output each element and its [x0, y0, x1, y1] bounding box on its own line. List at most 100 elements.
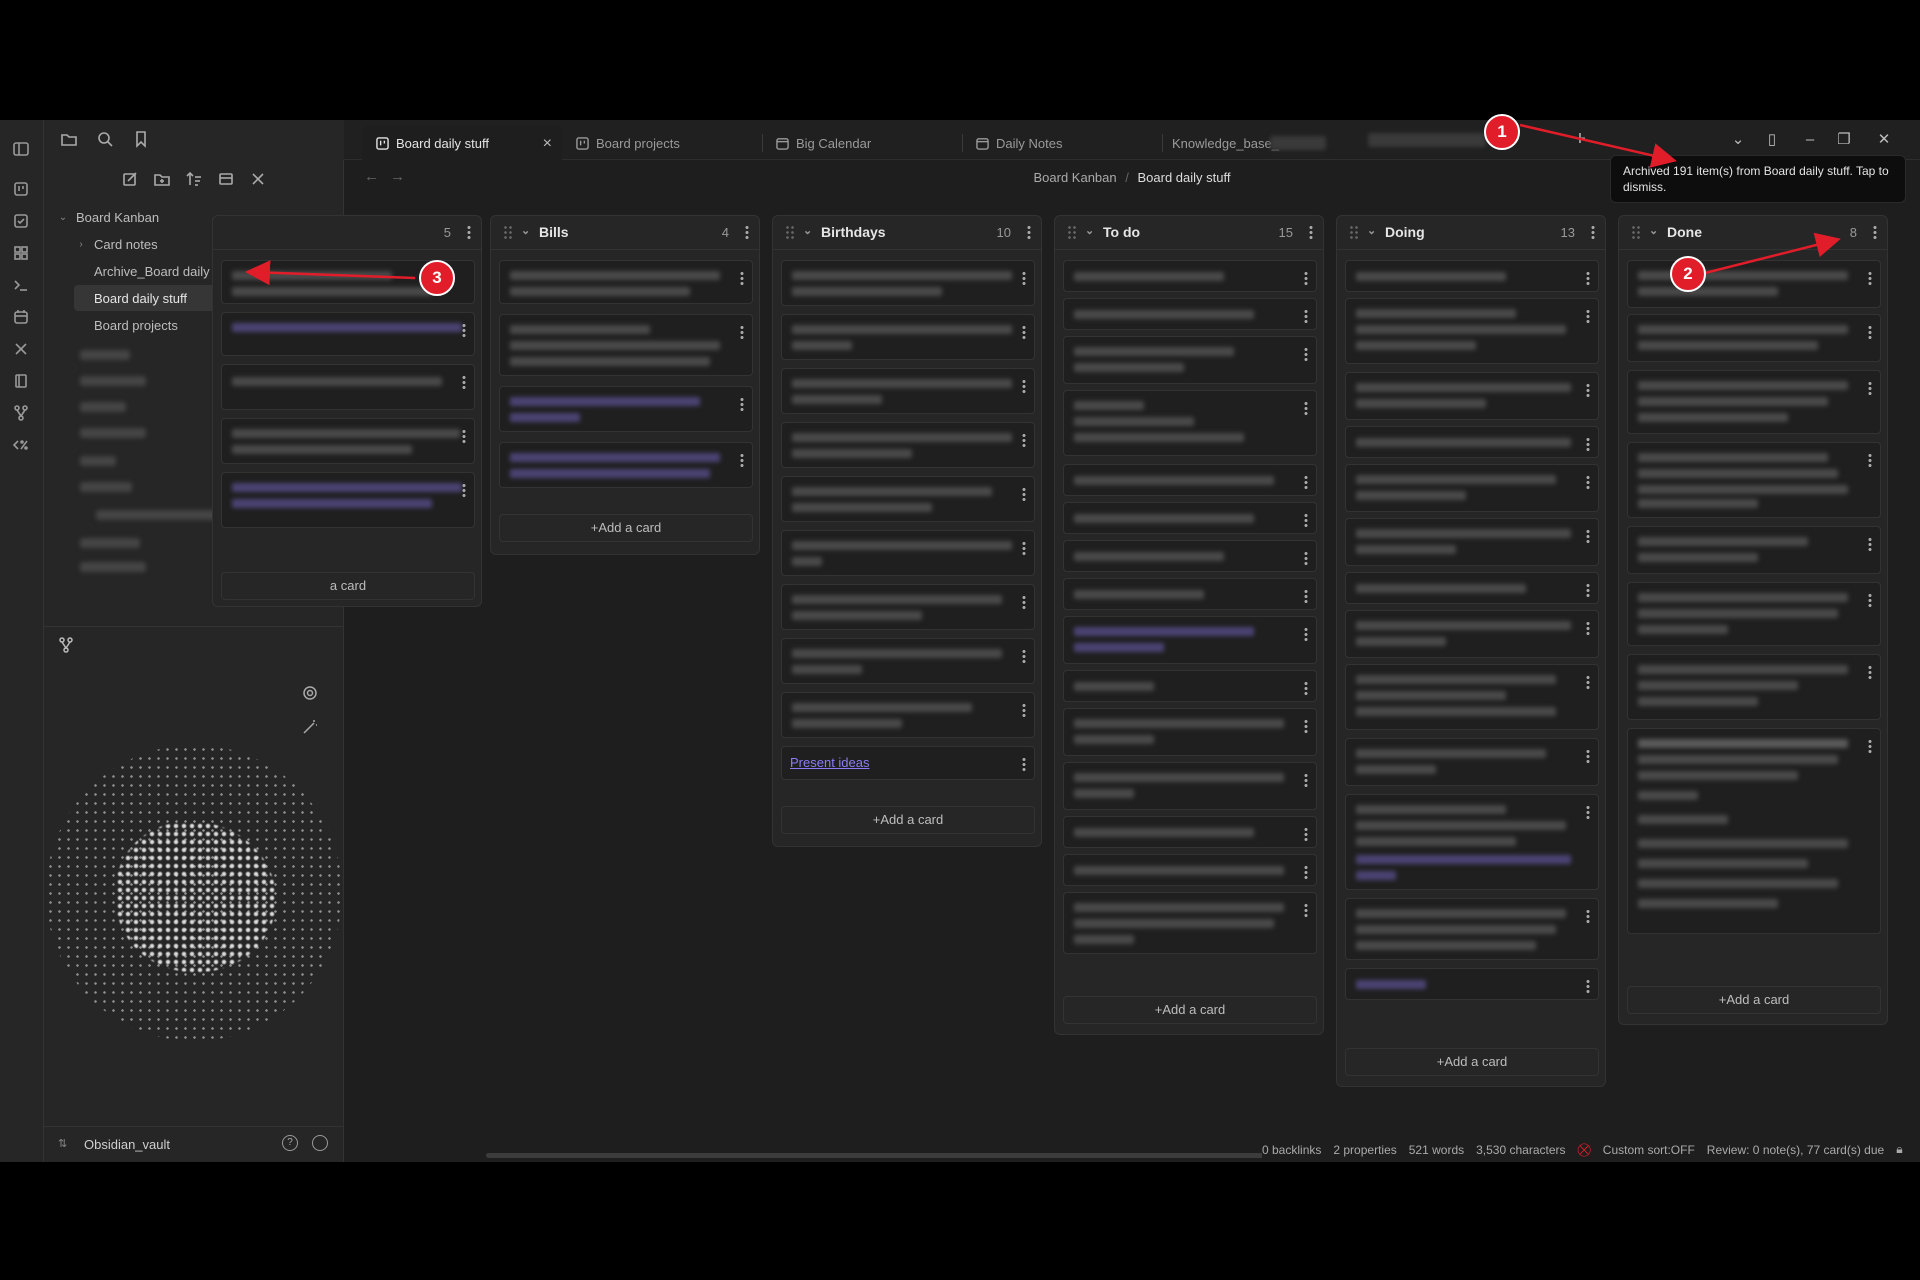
card-menu-icon[interactable] [1586, 675, 1590, 689]
present-ideas-link[interactable]: Present ideas [790, 755, 870, 770]
card[interactable] [781, 692, 1035, 738]
card[interactable] [221, 418, 475, 464]
card-menu-icon[interactable] [1868, 537, 1872, 551]
blocks-icon[interactable] [12, 244, 32, 264]
breadcrumb-parent[interactable]: Board Kanban [1034, 170, 1117, 185]
lane-menu-icon[interactable] [467, 225, 471, 239]
card[interactable] [1063, 616, 1317, 664]
card-menu-icon[interactable] [1304, 827, 1308, 841]
card-menu-icon[interactable] [1868, 453, 1872, 467]
add-card-button[interactable]: +Add a card [1627, 986, 1881, 1014]
card-menu-icon[interactable] [1586, 271, 1590, 285]
card[interactable] [1627, 370, 1881, 434]
card-menu-icon[interactable] [740, 271, 744, 285]
card[interactable] [1063, 390, 1317, 456]
sort-icon[interactable] [186, 171, 204, 189]
drag-handle-icon[interactable] [503, 225, 513, 239]
git-icon[interactable] [12, 404, 32, 424]
card-menu-icon[interactable] [1586, 383, 1590, 397]
chevron-down-icon[interactable]: ⌄ [803, 224, 812, 237]
drag-handle-icon[interactable] [1067, 225, 1077, 239]
new-note-icon[interactable] [122, 171, 140, 189]
card-menu-icon[interactable] [1022, 379, 1026, 393]
card-menu-icon[interactable] [1304, 903, 1308, 917]
card[interactable] [221, 364, 475, 410]
card-menu-icon[interactable] [1586, 309, 1590, 323]
card[interactable] [781, 314, 1035, 360]
add-card-button[interactable]: +Add a card [1345, 1048, 1599, 1076]
card-menu-icon[interactable] [1022, 487, 1026, 501]
archive-notice[interactable]: Archived 191 item(s) from Board daily st… [1610, 155, 1906, 203]
card-menu-icon[interactable] [1304, 551, 1308, 565]
card[interactable] [1063, 892, 1317, 954]
card[interactable] [1063, 298, 1317, 330]
magic-wand-icon[interactable] [302, 719, 320, 737]
card-menu-icon[interactable] [1304, 401, 1308, 415]
card-menu-icon[interactable] [1868, 665, 1872, 679]
card[interactable] [1627, 654, 1881, 720]
card[interactable] [1345, 794, 1599, 890]
card[interactable] [1345, 968, 1599, 1000]
chevron-down-icon[interactable]: ⌄ [1085, 224, 1094, 237]
card-menu-icon[interactable] [1022, 703, 1026, 717]
card[interactable] [1627, 314, 1881, 362]
new-tab-icon[interactable]: + [1570, 129, 1590, 149]
card-menu-icon[interactable] [1022, 649, 1026, 663]
card-menu-icon[interactable] [1304, 627, 1308, 641]
status-custom-sort[interactable]: Custom sort:OFF [1603, 1143, 1695, 1157]
tab-board-daily-stuff[interactable]: Board daily stuff × [362, 126, 562, 160]
card[interactable] [1345, 664, 1599, 730]
card[interactable] [1345, 464, 1599, 512]
settings-icon[interactable] [312, 1135, 328, 1151]
card[interactable] [1063, 762, 1317, 810]
card-menu-icon[interactable] [1868, 271, 1872, 285]
card[interactable] [1345, 738, 1599, 786]
status-properties[interactable]: 2 properties [1333, 1143, 1396, 1157]
card-menu-icon[interactable] [1022, 271, 1026, 285]
close-icon[interactable] [250, 171, 268, 189]
horizontal-scrollbar[interactable] [486, 1153, 1266, 1158]
card-menu-icon[interactable] [740, 397, 744, 411]
collapse-all-icon[interactable] [218, 171, 236, 189]
add-card-button[interactable]: +Add a card [1063, 996, 1317, 1024]
card-menu-icon[interactable] [1304, 513, 1308, 527]
card-menu-icon[interactable] [1022, 541, 1026, 555]
card[interactable] [1063, 336, 1317, 384]
card-menu-icon[interactable] [1304, 271, 1308, 285]
card[interactable] [221, 472, 475, 528]
tab-knowledge-base[interactable]: Knowledge_base_ [1162, 126, 1362, 160]
search-icon[interactable] [96, 130, 116, 150]
card[interactable] [1345, 260, 1599, 292]
card[interactable] [1345, 298, 1599, 364]
code-percent-icon[interactable] [12, 436, 32, 456]
card-menu-icon[interactable] [1304, 865, 1308, 879]
card[interactable] [1063, 464, 1317, 496]
card-menu-icon[interactable] [1868, 739, 1872, 753]
card-menu-icon[interactable] [1586, 475, 1590, 489]
chevron-down-icon[interactable]: ⌄ [1649, 224, 1658, 237]
lane-menu-icon[interactable] [1591, 225, 1595, 239]
card-menu-icon[interactable] [462, 429, 466, 443]
card-menu-icon[interactable] [1586, 621, 1590, 635]
lane-menu-icon[interactable] [1873, 225, 1877, 239]
card[interactable] [1627, 526, 1881, 574]
card-menu-icon[interactable] [1022, 595, 1026, 609]
graph-icon[interactable] [58, 637, 76, 655]
card-menu-icon[interactable] [740, 453, 744, 467]
restore-icon[interactable]: ❐ [1834, 130, 1854, 150]
card-menu-icon[interactable] [1304, 589, 1308, 603]
book-icon[interactable] [12, 372, 32, 392]
card-present-ideas[interactable]: Present ideas [781, 746, 1035, 780]
add-card-button[interactable]: +Add a card [499, 514, 753, 542]
tools-icon[interactable] [12, 340, 32, 360]
calendar-icon[interactable] [12, 308, 32, 328]
kanban-icon[interactable] [12, 180, 32, 200]
minimize-icon[interactable]: – [1800, 130, 1820, 150]
card[interactable] [781, 476, 1035, 522]
chevron-down-icon[interactable]: ⌄ [1728, 130, 1748, 150]
card-menu-icon[interactable] [1022, 757, 1026, 771]
close-window-icon[interactable]: ✕ [1874, 130, 1894, 150]
card-menu-icon[interactable] [1304, 309, 1308, 323]
card-menu-icon[interactable] [1022, 433, 1026, 447]
card-menu-icon[interactable] [1586, 979, 1590, 993]
